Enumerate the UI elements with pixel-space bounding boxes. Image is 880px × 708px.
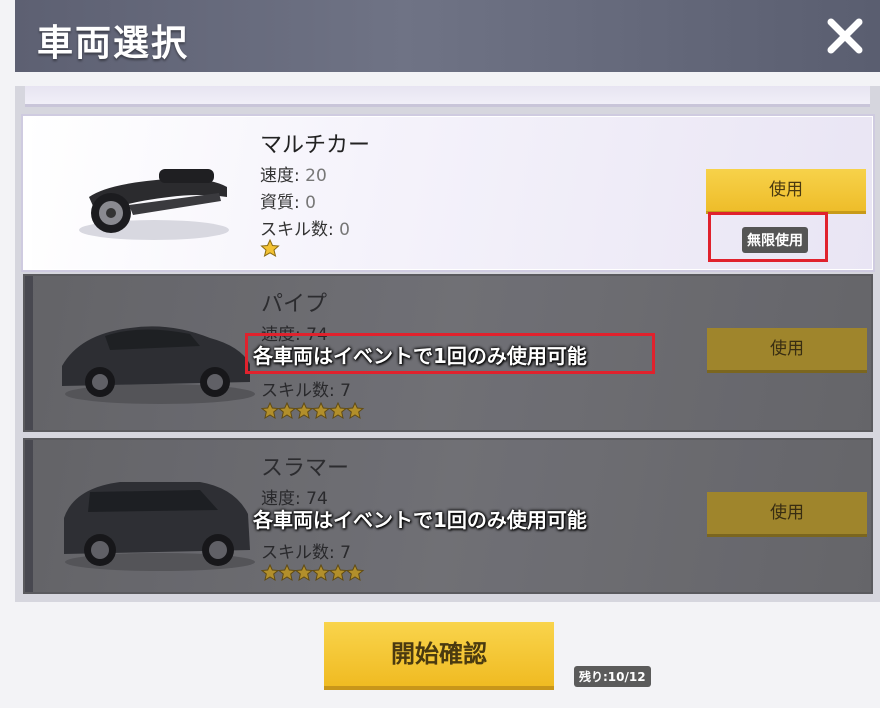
vehicle-name: マルチカー xyxy=(260,133,371,158)
remaining-count-badge: 残り:10/12 xyxy=(574,666,651,687)
close-icon[interactable] xyxy=(825,16,865,56)
speed-stat: 速度: 20 xyxy=(260,166,327,186)
hoverboard-image xyxy=(79,169,229,240)
highlight-box-notice xyxy=(245,333,655,374)
star-rating xyxy=(260,239,280,257)
start-confirm-button[interactable]: 開始確認 xyxy=(324,622,554,686)
quality-stat: 資質: 0 xyxy=(260,193,316,213)
usage-limit-notice: 各車両はイベントで1回のみ使用可能 xyxy=(253,508,587,532)
list-item-partial xyxy=(25,86,870,107)
highlight-box-unlimited xyxy=(708,212,828,262)
dialog-title: 車両選択 xyxy=(37,23,190,64)
use-button[interactable]: 使用 xyxy=(706,169,866,211)
star-icon xyxy=(260,239,280,257)
dialog-header: 車両選択 xyxy=(15,0,880,72)
skills-stat: スキル数: 0 xyxy=(260,220,350,240)
